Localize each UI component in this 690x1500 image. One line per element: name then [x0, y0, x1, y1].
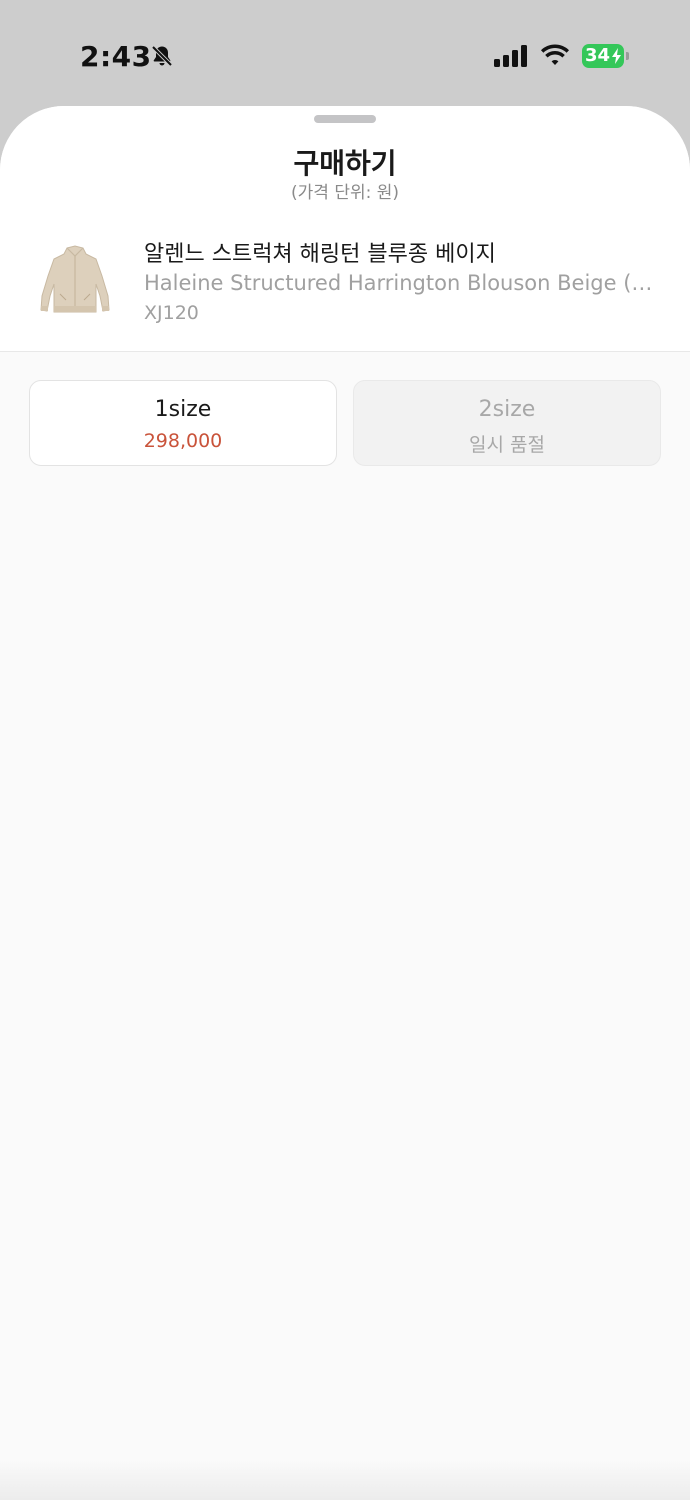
sheet-title: 구매하기: [293, 147, 397, 180]
size-option-price: 298,000: [143, 430, 223, 452]
bell-slash-icon: [151, 45, 173, 67]
size-option-label: 1size: [154, 397, 212, 422]
price-unit-note: (가격 단위: 원): [291, 183, 399, 203]
product-name: 알렌느 스트럭쳐 해링턴 블루종 베이지: [144, 242, 496, 267]
bottom-shadow: [0, 1460, 690, 1500]
purchase-sheet: 구매하기 (가격 단위: 원) 알렌느 스트럭쳐 해링턴 블루종 베이지 Hal…: [0, 106, 690, 1500]
battery-level: 34: [585, 45, 611, 66]
size-option-1size[interactable]: 1size 298,000: [29, 380, 337, 466]
battery-cap: [626, 52, 629, 60]
product-code: XJ120: [144, 302, 199, 324]
status-time: 2:43: [80, 40, 152, 73]
jacket-thumbnail: [40, 245, 110, 313]
wifi-icon: [541, 44, 569, 65]
battery-charging-icon: 34: [582, 44, 630, 68]
sheet-grabber[interactable]: [314, 115, 376, 123]
product-name-en: Haleine Structured Harrington Blouson Be…: [144, 271, 659, 295]
size-option-soldout: 일시 품절: [469, 434, 545, 456]
sheet-header: 구매하기 (가격 단위: 원) 알렌느 스트럭쳐 해링턴 블루종 베이지 Hal…: [0, 106, 690, 352]
charging-bolt-icon: [612, 48, 621, 64]
cellular-signal-icon: [494, 45, 527, 67]
status-bar: 2:43 34: [0, 0, 690, 106]
battery-body: 34: [582, 44, 624, 68]
size-option-label: 2size: [478, 397, 536, 422]
size-option-2size[interactable]: 2size 일시 품절: [353, 380, 661, 466]
